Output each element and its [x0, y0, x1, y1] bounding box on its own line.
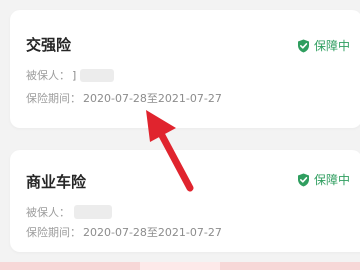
insured-label: 被保人：: [26, 69, 70, 82]
period-label: 保险期间：: [26, 92, 81, 105]
policy-card-commercial[interactable]: 商业车险 保障中 被保人： 保险期间： 2020-07-28至2021-07-2…: [10, 150, 360, 252]
status-text: 保障中: [313, 39, 350, 53]
period-value: 2020-07-28至2021-07-27: [83, 226, 222, 239]
policy-title: 交强险: [26, 36, 72, 54]
insured-value: ]: [72, 68, 77, 82]
policy-card-compulsory[interactable]: 交强险 保障中 被保人： ] 保险期间： 2020-07-28至2021-07-…: [10, 10, 360, 128]
insured-row: 被保人：: [26, 204, 112, 220]
insured-label: 被保人：: [26, 206, 70, 219]
period-row: 保险期间： 2020-07-28至2021-07-27: [26, 90, 222, 106]
period-label: 保险期间：: [26, 226, 81, 239]
status-badge: 保障中: [297, 171, 350, 188]
period-row: 保险期间： 2020-07-28至2021-07-27: [26, 224, 222, 240]
insured-row: 被保人： ]: [26, 67, 115, 83]
insured-name-redacted: [74, 205, 112, 219]
status-badge: 保障中: [297, 37, 350, 54]
shield-check-icon: [297, 173, 309, 186]
shield-check-icon: [297, 39, 309, 52]
period-value: 2020-07-28至2021-07-27: [83, 92, 222, 105]
status-text: 保障中: [313, 173, 350, 187]
policy-title: 商业车险: [26, 173, 87, 191]
insured-name-redacted: [80, 68, 115, 82]
bottom-strip-highlight: [140, 262, 220, 270]
